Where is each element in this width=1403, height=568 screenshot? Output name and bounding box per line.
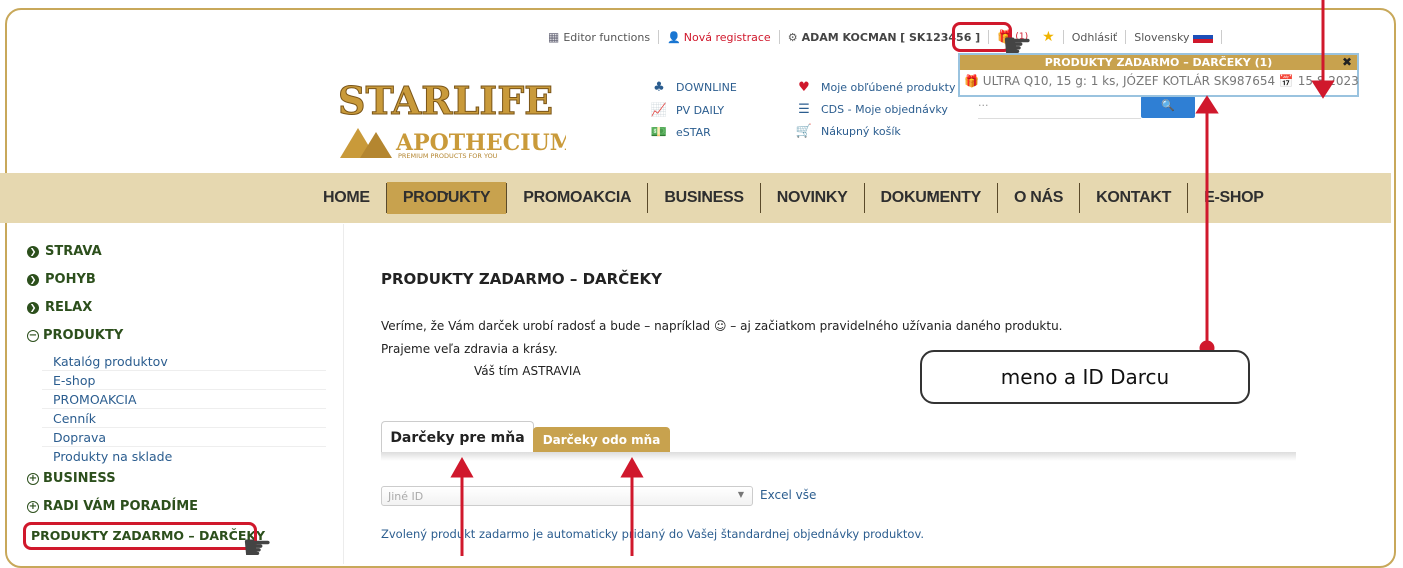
annotation-callout: meno a ID Darcu xyxy=(920,350,1250,404)
annotation-arrows xyxy=(450,0,1335,556)
